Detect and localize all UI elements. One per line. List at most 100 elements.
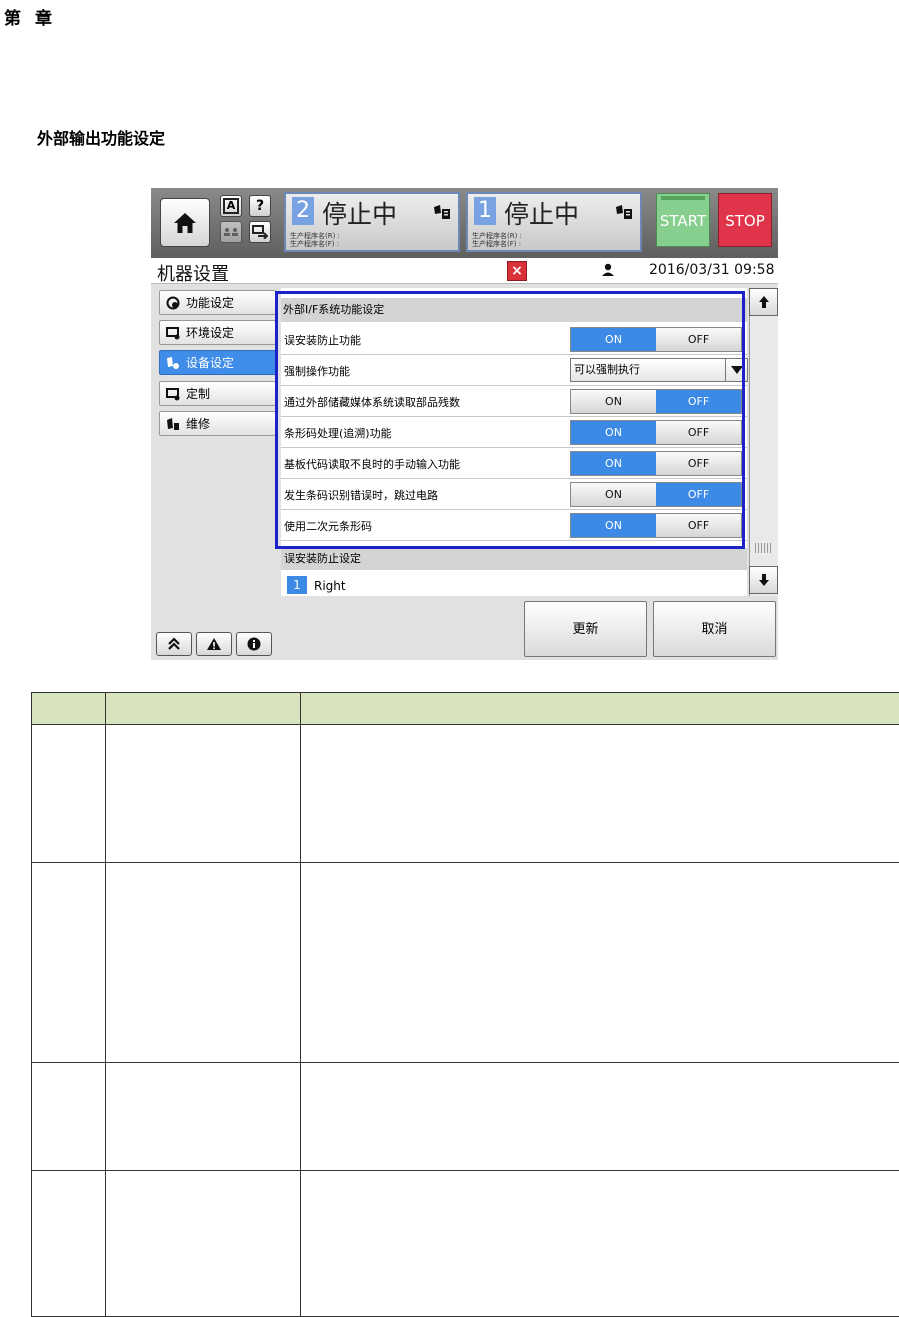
off-option[interactable]: OFF [656,452,741,475]
table-row [31,724,899,863]
info-icon [247,637,261,651]
close-button[interactable]: × [507,261,527,281]
on-option[interactable]: ON [571,421,656,444]
table-header-cell [300,692,899,725]
chapter-heading: 第章 [4,9,66,29]
table-row [31,862,899,1063]
status-panel-lane-1[interactable]: 1 停止中 生产程序名(R) : 生产程序名(F) : [466,192,642,252]
sidebar-item-label: 功能设定 [186,296,235,310]
page-title: 机器设置 [157,264,229,285]
lane-status: 停止中 [504,200,580,229]
row-barcode-traceability: 条形码处理(追溯)功能 ON OFF [281,417,747,448]
table-row [31,1062,899,1171]
scroll-down-button[interactable] [749,566,778,594]
machine-settings-screenshot: A ? 2 停止中 生产程序名(R) : 生产程序名(F) : 1 停止中 生产… [151,188,778,660]
table-cell [300,1170,899,1317]
off-option[interactable]: OFF [656,328,741,351]
row-label: 使用二次元条形码 [284,520,372,533]
on-off-toggle: ON OFF [570,451,742,476]
double-chevron-up-icon [168,637,180,650]
sidebar-item-device-settings[interactable]: 设备设定 [159,350,276,375]
transfer-button[interactable] [249,221,271,243]
off-option[interactable]: OFF [656,390,741,413]
lane-number: 2 [292,197,314,225]
home-button[interactable] [160,198,210,247]
on-off-toggle: ON OFF [570,389,742,414]
table-row [31,1170,899,1317]
row-label: 条形码处理(追溯)功能 [284,427,392,440]
list-item[interactable]: 1 Right [281,572,747,594]
sidebar-item-label: 设备设定 [186,356,235,370]
warning-button[interactable] [196,632,232,656]
table-cell [105,1170,301,1317]
device-settings-icon [167,356,179,369]
content-header: 外部I/F系统功能设定 [281,298,747,322]
arrow-up-icon [758,296,769,308]
row-manual-input: 基板代码读取不良时的手动输入功能 ON OFF [281,448,747,479]
row-label: 误安装防止功能 [284,334,361,347]
row-forced-operation: 强制操作功能 可以强制执行 [281,355,748,386]
a-icon: A [222,198,240,214]
sidebar-item-customize[interactable]: 定制 [159,381,276,406]
dropdown-arrow[interactable] [725,359,747,381]
scroll-up-button[interactable] [749,288,778,316]
table-cell [31,724,106,863]
operator-button[interactable] [220,221,242,243]
cancel-button[interactable]: 取消 [653,601,776,657]
update-button[interactable]: 更新 [524,601,647,657]
on-option[interactable]: ON [571,483,656,506]
status-panel-lane-2[interactable]: 2 停止中 生产程序名(R) : 生产程序名(F) : [284,192,460,252]
off-option[interactable]: OFF [656,421,741,444]
on-option[interactable]: ON [571,452,656,475]
row-label: 通过外部储藏媒体系统读取部品残数 [284,396,460,409]
program-names: 生产程序名(R) : 生产程序名(F) : [290,232,340,248]
table-cell [300,724,899,863]
a-button[interactable]: A [220,195,242,217]
on-option[interactable]: ON [571,514,656,537]
row-misinsertion-prevention: 误安装防止功能 ON OFF [281,324,747,355]
sidebar-item-label: 维修 [186,417,211,431]
misinsertion-settings-header: 误安装防止设定 [281,548,747,570]
table-cell [31,1062,106,1171]
on-option[interactable]: ON [571,328,656,351]
dropdown-value: 可以强制执行 [574,363,640,376]
scroll-grip[interactable] [755,543,773,553]
user-icon [602,263,614,276]
arrow-down-icon [758,574,769,586]
sidebar-item-environment-settings[interactable]: 环境设定 [159,320,276,345]
program-names: 生产程序名(R) : 生产程序名(F) : [472,232,522,248]
help-icon: ? [255,198,265,214]
top-bar: A ? 2 停止中 生产程序名(R) : 生产程序名(F) : 1 停止中 生产… [151,188,778,258]
operators-icon [224,228,238,236]
forced-operation-dropdown[interactable]: 可以强制执行 [570,358,748,382]
help-button[interactable]: ? [249,195,271,217]
table-cell [105,862,301,1063]
table-header-cell [105,692,301,725]
off-option[interactable]: OFF [656,514,741,537]
info-button[interactable] [236,632,272,656]
off-option[interactable]: OFF [656,483,741,506]
maintenance-icon [167,417,179,430]
lane-number: 1 [474,197,496,225]
table-header-row [31,692,899,725]
on-off-toggle: ON OFF [570,327,742,352]
start-button[interactable]: START [656,193,710,247]
customize-icon [166,387,180,400]
triangle-down-icon [730,366,743,374]
stop-button[interactable]: STOP [718,193,772,247]
sidebar-item-maintenance[interactable]: 维修 [159,411,276,436]
row-skip-circuit: 发生条码识别错误时，跳过电路 ON OFF [281,479,747,510]
row-label: 强制操作功能 [284,365,350,378]
collapse-button[interactable] [156,632,192,656]
description-table [31,692,899,1317]
start-indicator-bar [661,196,705,200]
table-cell [105,1062,301,1171]
row-label: 发生条码识别错误时，跳过电路 [284,489,438,502]
board-hand-icon [434,205,450,219]
table-header-cell [31,692,106,725]
table-cell [300,1062,899,1171]
row-read-remaining-parts: 通过外部储藏媒体系统读取部品残数 ON OFF [281,386,747,417]
on-option[interactable]: ON [571,390,656,413]
table-cell [300,862,899,1063]
sidebar-item-function-settings[interactable]: 功能设定 [159,290,276,315]
